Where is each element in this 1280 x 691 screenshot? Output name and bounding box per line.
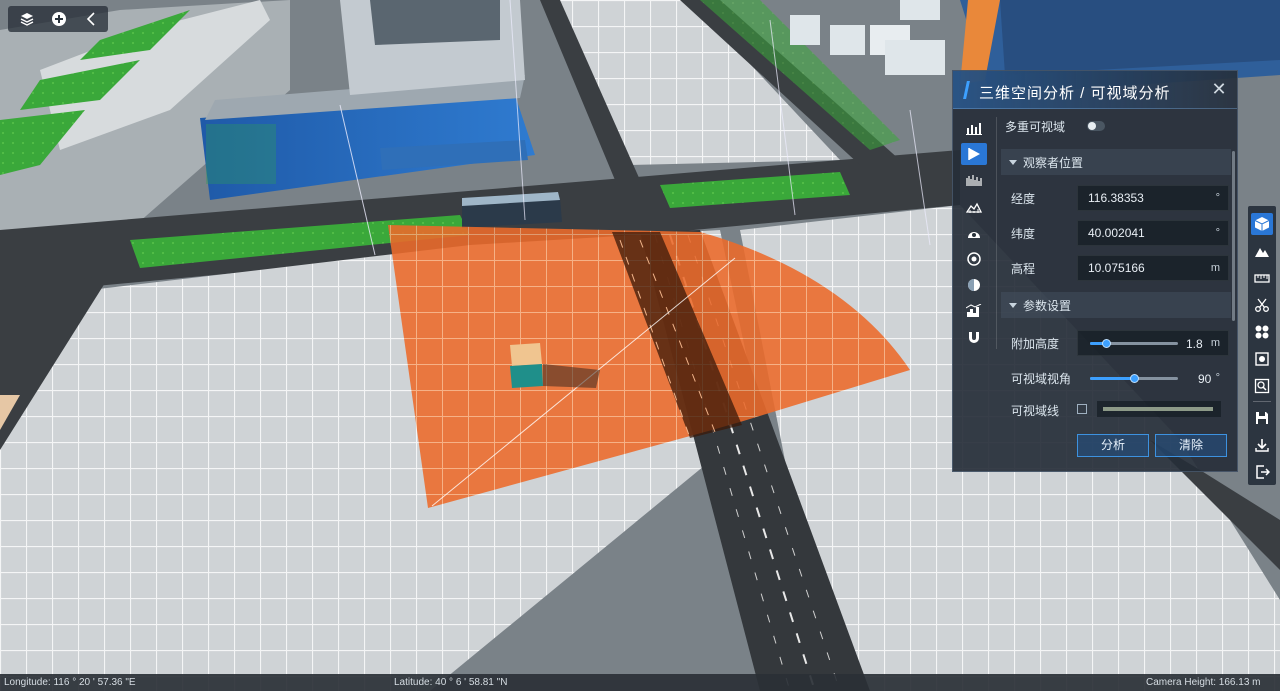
- elevation-unit: m: [1210, 262, 1220, 274]
- params-section-label: 参数设置: [1023, 298, 1072, 313]
- elevation-label: 高程: [1011, 261, 1036, 276]
- dome-icon[interactable]: [961, 222, 987, 244]
- viewshed-analysis-panel: 三维空间分析 / 可视域分析 ✕ 多重可视域 观察者位置 经度 116.3835…: [952, 70, 1238, 472]
- analyze-button[interactable]: 分析: [1077, 434, 1149, 457]
- sphere-icon[interactable]: [961, 274, 987, 296]
- longitude-value: 116.38353: [1088, 191, 1144, 205]
- view-line-row: 可视域线: [1005, 395, 1231, 425]
- extra-height-knob[interactable]: [1101, 339, 1111, 348]
- view-angle-knob[interactable]: [1130, 374, 1139, 383]
- latitude-value: 40.002041: [1088, 226, 1145, 240]
- view-angle-slider[interactable]: [1090, 374, 1178, 383]
- multi-viewshed-row: 多重可视域: [1005, 111, 1231, 141]
- view-line-checkbox[interactable]: [1077, 404, 1087, 414]
- longitude-unit: °: [1215, 192, 1220, 204]
- zoom-box-icon[interactable]: [1251, 375, 1273, 397]
- cube-icon[interactable]: [1251, 212, 1273, 235]
- panel-scrollbar[interactable]: [1232, 151, 1235, 321]
- view-line-color-swatch: [1103, 407, 1213, 411]
- download-icon[interactable]: [1251, 434, 1273, 456]
- magnet-icon[interactable]: [961, 327, 987, 349]
- tabs-divider: [996, 117, 997, 349]
- right-tool-strip: [1248, 206, 1276, 485]
- mountain-icon[interactable]: [1251, 240, 1273, 262]
- extra-height-slider-box: 1.8 m: [1077, 330, 1229, 356]
- ruler-icon[interactable]: [1251, 267, 1273, 289]
- longitude-label: 经度: [1011, 191, 1036, 206]
- panel-title: 三维空间分析 / 可视域分析: [979, 85, 1171, 102]
- add-icon[interactable]: [50, 10, 68, 28]
- top-toolbar: [8, 6, 108, 32]
- elevation-value: 10.075166: [1088, 261, 1145, 275]
- settings-cube-icon[interactable]: [1251, 348, 1273, 370]
- panel-header: 三维空间分析 / 可视域分析 ✕: [953, 71, 1237, 109]
- view-angle-label: 可视域视角: [1011, 371, 1072, 386]
- clear-button[interactable]: 清除: [1155, 434, 1227, 457]
- longitude-readout: Longitude: 116 ° 20 ' 57.36 "E: [4, 677, 136, 688]
- camera-height-readout: Camera Height: 166.13 m: [1146, 677, 1261, 688]
- scissors-icon[interactable]: [1251, 294, 1273, 316]
- multi-viewshed-label: 多重可视域: [1005, 119, 1066, 134]
- multi-viewshed-toggle[interactable]: [1087, 121, 1105, 131]
- extra-height-value: 1.8: [1186, 337, 1203, 351]
- view-angle-unit: °: [1215, 372, 1220, 384]
- close-icon[interactable]: ✕: [1209, 79, 1229, 99]
- view-line-color-picker[interactable]: [1097, 401, 1221, 417]
- tool-separator: [1253, 401, 1271, 402]
- chevron-down-icon: [1009, 159, 1017, 165]
- bar-chart-icon[interactable]: [961, 117, 987, 139]
- view-angle-fill: [1090, 377, 1134, 380]
- view-angle-value: 90: [1198, 372, 1212, 386]
- terrain-profile-icon[interactable]: [961, 196, 987, 218]
- layers-icon[interactable]: [18, 10, 36, 28]
- chevron-down-icon: [1009, 302, 1017, 308]
- skyline-icon[interactable]: [961, 300, 987, 322]
- latitude-field[interactable]: 40.002041 °: [1077, 220, 1229, 246]
- analysis-tool-tabs: [961, 117, 989, 353]
- observer-section-label: 观察者位置: [1023, 155, 1084, 170]
- header-accent: [963, 81, 970, 99]
- extra-height-slider[interactable]: [1090, 339, 1178, 348]
- status-bar: Longitude: 116 ° 20 ' 57.36 "E Latitude:…: [0, 674, 1280, 691]
- histogram-icon[interactable]: [961, 169, 987, 191]
- view-angle-slider-box: 90 °: [1077, 365, 1229, 391]
- viewshed-icon[interactable]: [961, 143, 987, 166]
- params-section-header[interactable]: 参数设置: [1001, 292, 1231, 318]
- extra-height-unit: m: [1210, 337, 1220, 349]
- latitude-unit: °: [1215, 227, 1220, 239]
- observer-section-header[interactable]: 观察者位置: [1001, 149, 1231, 175]
- collapse-icon[interactable]: [82, 10, 100, 28]
- longitude-field[interactable]: 116.38353 °: [1077, 185, 1229, 211]
- exit-icon[interactable]: [1251, 461, 1273, 483]
- grid-icon[interactable]: [1251, 321, 1273, 343]
- save-icon[interactable]: [1251, 407, 1273, 429]
- extra-height-label: 附加高度: [1011, 336, 1060, 351]
- view-line-label: 可视域线: [1011, 403, 1060, 418]
- latitude-readout: Latitude: 40 ° 6 ' 58.81 "N: [394, 677, 508, 688]
- elevation-field[interactable]: 10.075166 m: [1077, 255, 1229, 281]
- latitude-label: 纬度: [1011, 226, 1036, 241]
- target-icon[interactable]: [961, 248, 987, 270]
